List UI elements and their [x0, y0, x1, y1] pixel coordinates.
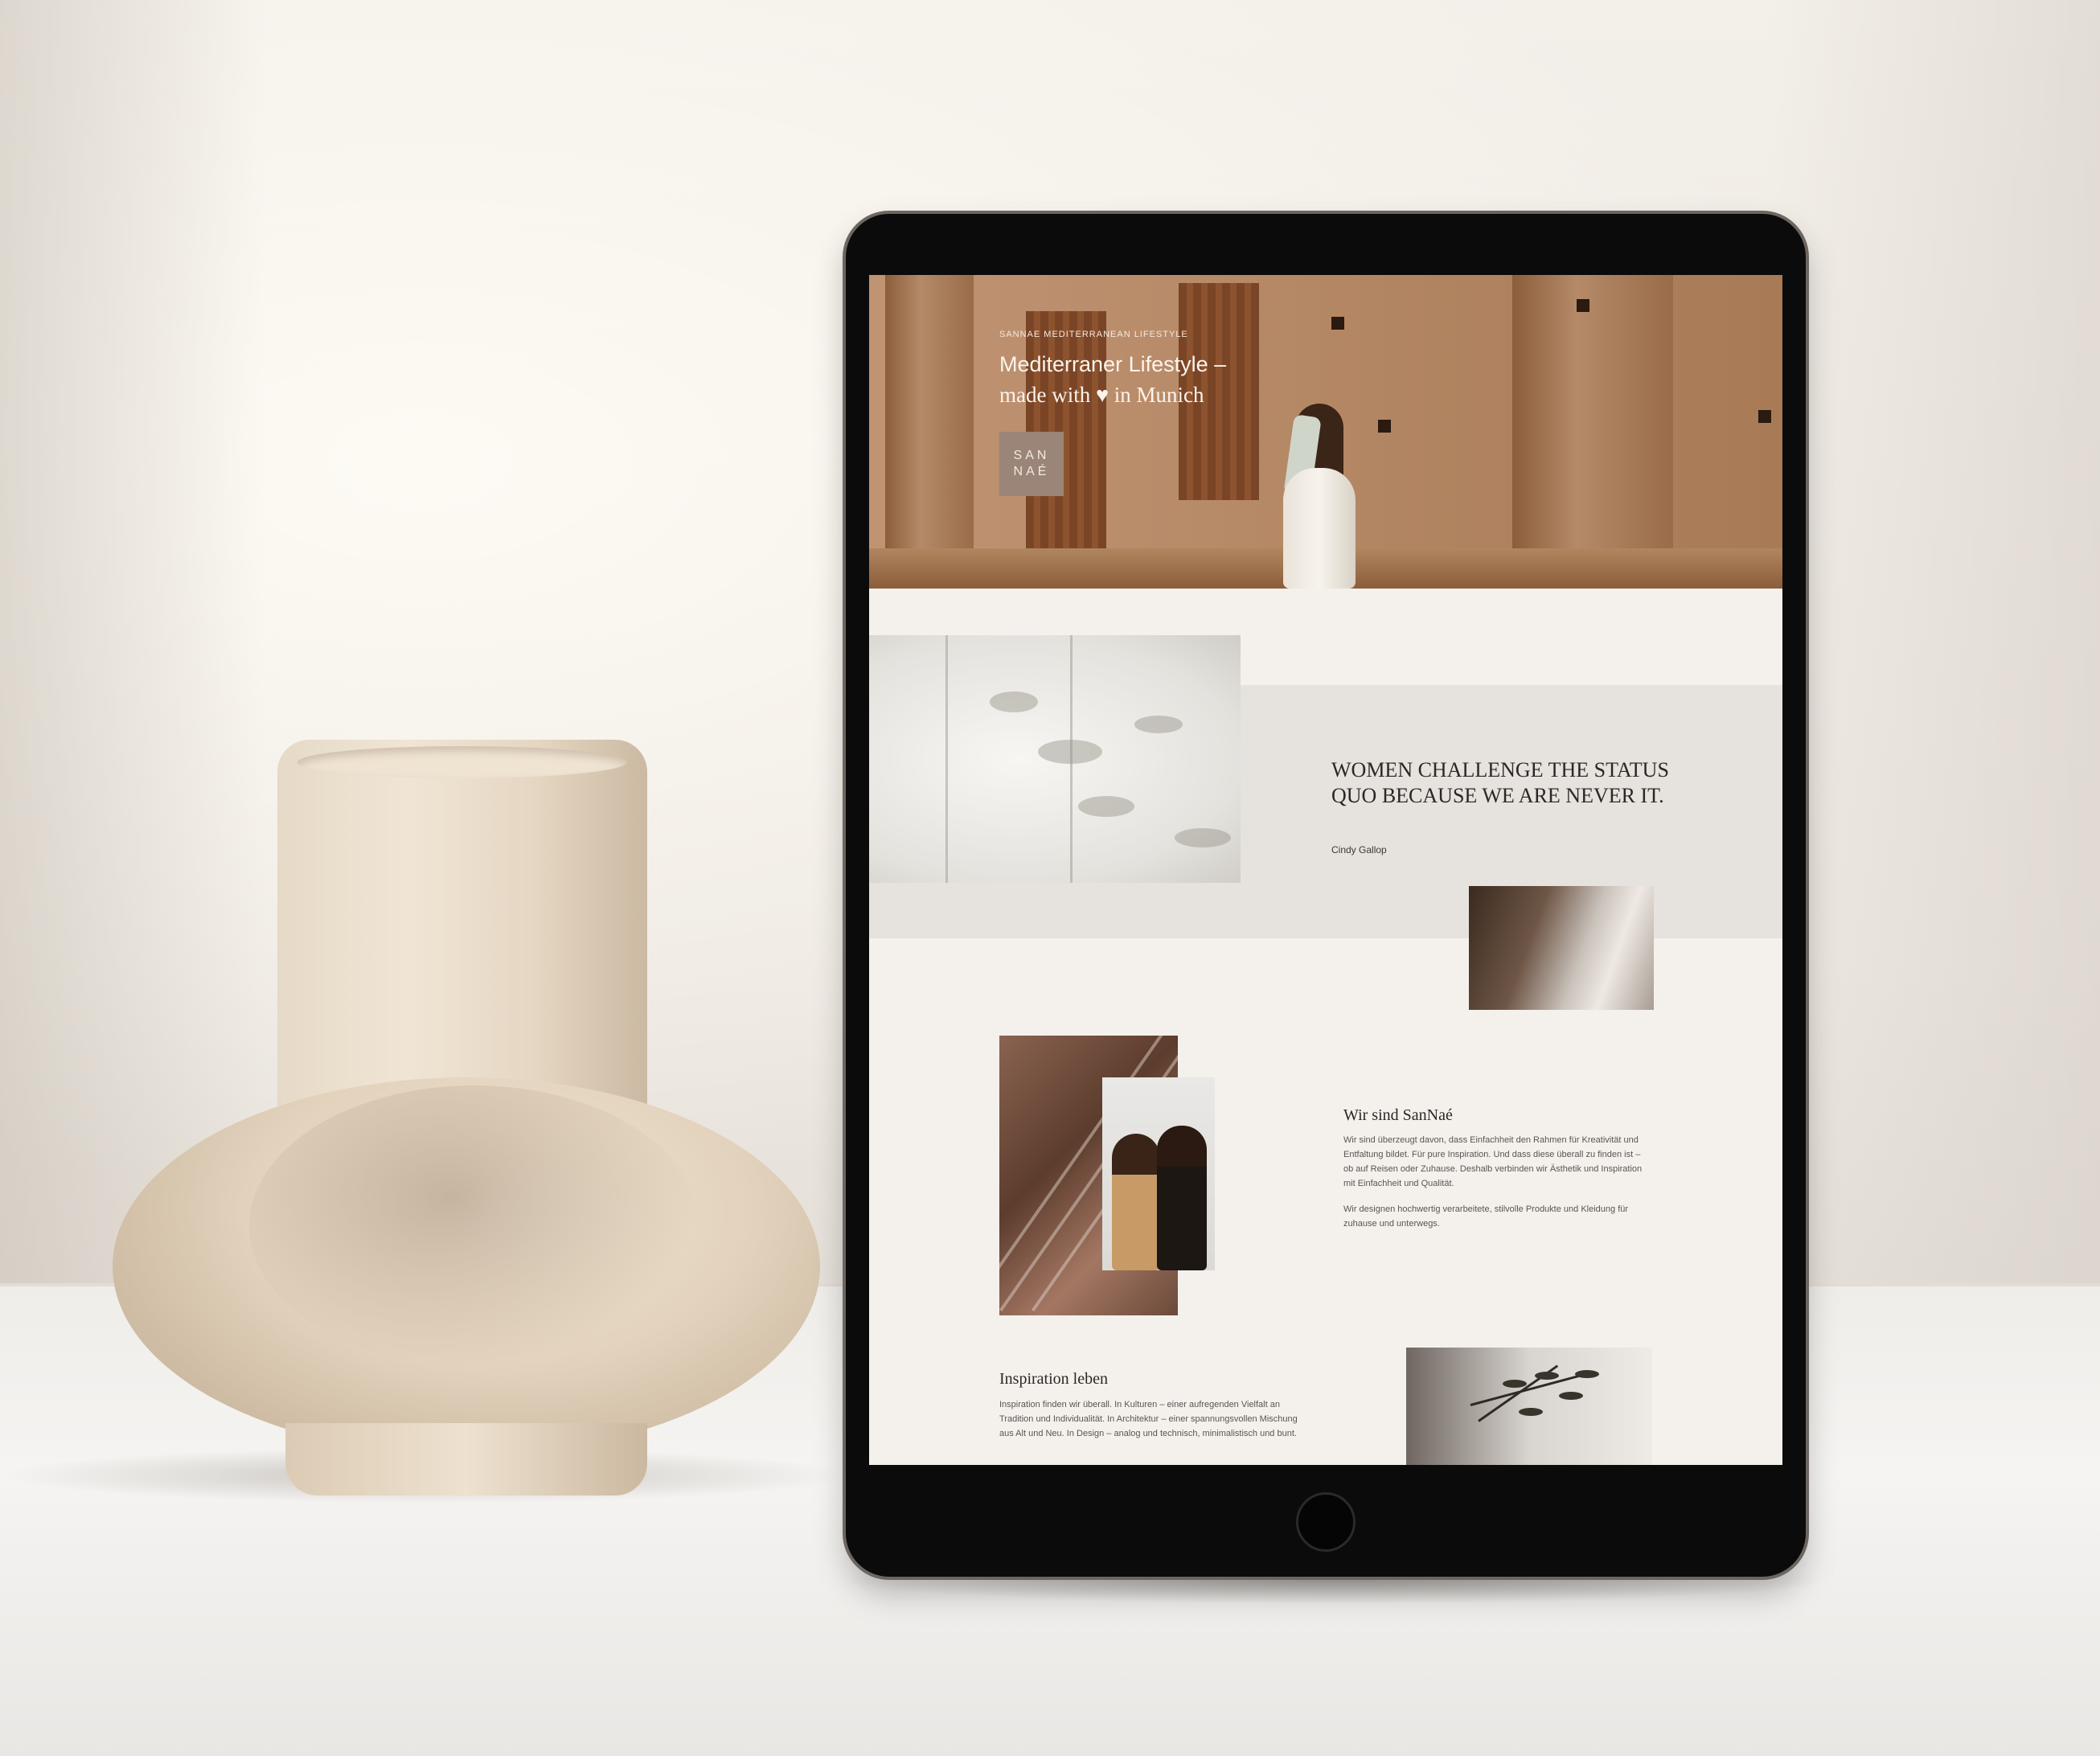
about-paragraph: Wir designen hochwertig verarbeitete, st…: [1343, 1204, 1629, 1229]
hero-window: [1331, 317, 1344, 330]
hero-window: [1758, 410, 1771, 423]
founder-figure: [1157, 1126, 1207, 1270]
hero-kicker: SANNAE MEDITERRANEAN LIFESTYLE: [999, 330, 1188, 339]
sannae-logo[interactable]: SAN NAÉ: [999, 432, 1064, 496]
hero-woman-dress: [1283, 468, 1356, 589]
logo-line2: NAÉ: [1013, 465, 1050, 478]
plant-leaf: [1503, 1380, 1527, 1388]
hero-window: [1577, 299, 1589, 312]
hero-tower-left: [885, 275, 974, 556]
home-button[interactable]: [1296, 1492, 1356, 1552]
hero-window: [1378, 420, 1391, 433]
hero-title-line1: Mediterraner Lifestyle –: [999, 352, 1227, 376]
plant-leaf: [1559, 1392, 1583, 1400]
hero-tower-right: [1512, 275, 1673, 564]
inspiration-paragraph: Inspiration finden wir überall. In Kultu…: [999, 1400, 1298, 1438]
leaf-shadow: [1175, 828, 1231, 847]
plant-image: [1406, 1348, 1652, 1465]
hero-title-line2: made with ♥ in Munich: [999, 383, 1204, 407]
leaf-shadow: [1078, 796, 1134, 817]
plant-stem: [1470, 1372, 1588, 1406]
logo-line1: SAN: [1013, 449, 1050, 462]
wall-shadow-right: [1769, 0, 2100, 1327]
quote-text: WOMEN CHALLENGE THE STATUS QUO BECAUSE W…: [1331, 758, 1669, 807]
about-title: Wir sind SanNaé: [1343, 1106, 1453, 1124]
plant-leaf: [1575, 1370, 1599, 1378]
fabric-fold: [945, 635, 948, 883]
founder-figure: [1112, 1134, 1160, 1270]
photo-scene: SANNAE MEDITERRANEAN LIFESTYLE Mediterra…: [0, 0, 2100, 1756]
ceramic-vase: [113, 740, 820, 1495]
plant-leaf: [1519, 1408, 1543, 1416]
vase-foot: [285, 1423, 647, 1495]
about-paragraph: Wir sind überzeugt davon, dass Einfachhe…: [1343, 1135, 1643, 1188]
vase-shade: [249, 1085, 699, 1367]
tablet-screen: SANNAE MEDITERRANEAN LIFESTYLE Mediterra…: [869, 275, 1782, 1465]
hero-title: Mediterraner Lifestyle – made with ♥ in …: [999, 349, 1257, 410]
founders-image: [1102, 1077, 1215, 1270]
hero-banner: SANNAE MEDITERRANEAN LIFESTYLE Mediterra…: [869, 275, 1782, 589]
inspiration-title: Inspiration leben: [999, 1370, 1108, 1388]
quote-author: Cindy Gallop: [1331, 844, 1387, 855]
fabric-shadow-image: [869, 635, 1241, 883]
leaf-shadow: [1038, 740, 1102, 764]
plant-leaf: [1535, 1372, 1559, 1380]
leaf-shadow: [1134, 716, 1183, 733]
vase-rim: [297, 746, 627, 778]
leaf-shadow: [990, 691, 1038, 712]
shoulder-image: [1469, 886, 1654, 1010]
